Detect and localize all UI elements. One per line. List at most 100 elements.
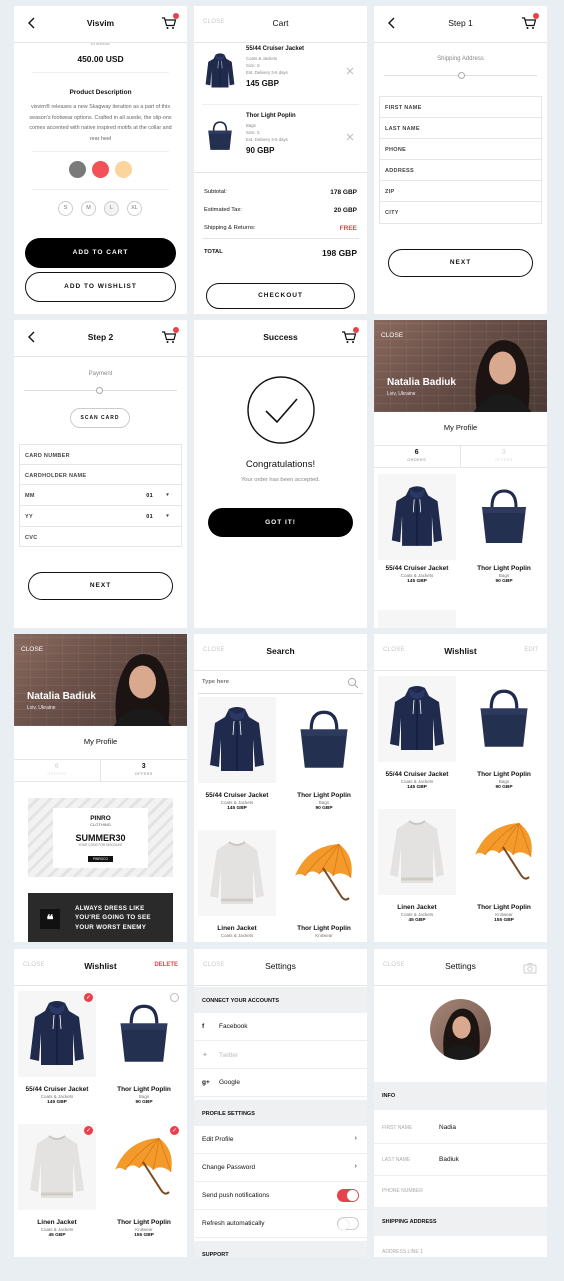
product-card[interactable]: Thor Light Poplin Knitwear bbox=[285, 830, 363, 938]
cardholder-field[interactable]: CARDHOLDER NAME bbox=[20, 465, 181, 485]
month-select[interactable]: MM 01 ▾ bbox=[20, 485, 181, 506]
header: Visvim bbox=[14, 6, 187, 43]
tab-orders[interactable]: 6 ORDERS bbox=[374, 445, 461, 468]
product-price: 145 GBP bbox=[407, 785, 427, 790]
cart-button[interactable] bbox=[161, 13, 179, 31]
product-price: 145 GBP bbox=[407, 579, 427, 584]
camera-icon[interactable] bbox=[523, 962, 537, 974]
close-button[interactable]: CLOSE bbox=[381, 332, 403, 339]
scan-card-button[interactable]: SCAN CARD bbox=[70, 408, 130, 428]
cart-button[interactable] bbox=[161, 327, 179, 345]
product-card[interactable]: Thor Light Poplin Bags 90 GBP bbox=[105, 991, 183, 1105]
section-title: My Profile bbox=[83, 737, 118, 746]
color-swatch-beige[interactable] bbox=[115, 161, 132, 178]
color-swatch-red[interactable] bbox=[92, 161, 109, 178]
first-name-field[interactable]: FIRST NAME bbox=[380, 97, 541, 118]
add-to-wishlist-button[interactable]: ADD TO WISHLIST bbox=[25, 272, 176, 302]
selected-check-icon[interactable]: ✓ bbox=[170, 1126, 179, 1135]
sweater-image bbox=[207, 836, 267, 910]
year-select[interactable]: YY 01 ▾ bbox=[20, 506, 181, 527]
product-card[interactable]: Linen Jacket Coats & Jackets bbox=[198, 830, 276, 938]
cart-item-name: 55/44 Cruiser Jacket bbox=[246, 46, 305, 52]
city-field[interactable]: CITY bbox=[380, 202, 541, 223]
twitter-row[interactable]: ✦ Twitter bbox=[194, 1041, 367, 1069]
last-name-row[interactable]: LAST NAME Badiuk bbox=[374, 1144, 547, 1176]
push-notifications-toggle[interactable] bbox=[337, 1189, 359, 1202]
facebook-row[interactable]: f Facebook bbox=[194, 1013, 367, 1041]
search-bar bbox=[198, 674, 363, 694]
product-card[interactable]: Thor Light Poplin Knitwear 155 GBP bbox=[465, 809, 543, 923]
next-button[interactable]: NEXT bbox=[28, 572, 173, 600]
add-to-cart-button[interactable]: ADD TO CART bbox=[25, 238, 176, 268]
got-it-button[interactable]: GOT IT! bbox=[208, 508, 353, 537]
remove-item-icon[interactable] bbox=[345, 66, 355, 76]
offers-count: 3 bbox=[141, 763, 146, 770]
delete-button[interactable]: DELETE bbox=[154, 962, 178, 968]
search-input[interactable] bbox=[202, 679, 322, 685]
selected-check-icon[interactable]: ✓ bbox=[84, 1126, 93, 1135]
selected-check-icon[interactable]: ✓ bbox=[84, 993, 93, 1002]
product-card[interactable]: Thor Light Poplin Knitwear 155 GBP bbox=[105, 1124, 183, 1238]
last-name-field[interactable]: LAST NAME bbox=[380, 118, 541, 139]
checkout-button[interactable]: CHECKOUT bbox=[206, 283, 355, 309]
size-option-l[interactable]: L bbox=[104, 201, 119, 216]
product-name: Linen Jacket bbox=[37, 1219, 77, 1226]
phone-field[interactable]: PHONE bbox=[380, 139, 541, 160]
color-swatch-grey[interactable] bbox=[69, 161, 86, 178]
unselected-check-icon[interactable] bbox=[170, 993, 179, 1002]
quote-card[interactable]: ❝ ALWAYS DRESS LIKE YOU'RE GOING TO SEE … bbox=[28, 893, 173, 942]
address-field[interactable]: ADDRESS bbox=[380, 160, 541, 181]
tab-offers[interactable]: 3 OFFERS bbox=[460, 445, 547, 468]
cvc-field[interactable]: CVC bbox=[20, 527, 181, 548]
tax-value: 20 GBP bbox=[333, 207, 357, 214]
google-row[interactable]: g+ Google bbox=[194, 1069, 367, 1097]
remove-item-icon[interactable] bbox=[345, 132, 355, 142]
cart-item-image bbox=[204, 118, 236, 156]
first-name-row[interactable]: FIRST NAME Nadia bbox=[374, 1112, 547, 1144]
product-category: Knitwear bbox=[315, 933, 333, 938]
tab-offers[interactable]: 3 OFFERS bbox=[100, 759, 187, 782]
edit-button[interactable]: EDIT bbox=[524, 647, 538, 653]
edit-profile-row[interactable]: Edit Profile › bbox=[194, 1126, 367, 1154]
size-option-s[interactable]: S bbox=[58, 201, 73, 216]
search-icon[interactable] bbox=[347, 677, 359, 689]
product-card[interactable]: 55/44 Cruiser Jacket Coats & Jackets 145… bbox=[378, 474, 456, 584]
section-profile-settings: PROFILE SETTINGS bbox=[194, 1100, 367, 1126]
avatar[interactable] bbox=[430, 999, 491, 1060]
next-button[interactable]: NEXT bbox=[388, 249, 533, 277]
card-number-field[interactable]: CARD NUMBER bbox=[20, 445, 181, 465]
success-check-icon bbox=[246, 375, 316, 445]
size-option-xl[interactable]: XL bbox=[127, 201, 142, 216]
product-card[interactable]: Thor Light Poplin Bags 90 GBP bbox=[285, 697, 363, 811]
product-image bbox=[378, 809, 456, 895]
product-card[interactable]: 55/44 Cruiser Jacket Coats & Jackets 145… bbox=[18, 991, 96, 1105]
coupon-card[interactable]: PINRO CLOTHING SUMMER30 YOUR CODE FOR DI… bbox=[28, 798, 173, 877]
address-line-row[interactable]: ADDRESS LINE 1 bbox=[374, 1238, 547, 1257]
profile-orders-screen: CLOSE Natalia Badiuk Lviv, Ukraine My Pr… bbox=[374, 320, 547, 628]
facebook-label: Facebook bbox=[219, 1023, 248, 1030]
cart-button[interactable] bbox=[521, 13, 539, 31]
tab-orders[interactable]: 6 ORDERS bbox=[14, 759, 101, 782]
cart-badge bbox=[353, 327, 359, 333]
refresh-toggle[interactable] bbox=[337, 1217, 359, 1230]
section-title: My Profile bbox=[443, 423, 478, 432]
size-option-m[interactable]: M bbox=[81, 201, 96, 216]
product-card[interactable]: Thor Light Poplin Bags 90 GBP bbox=[465, 474, 543, 584]
phone-row[interactable]: PHONE NUMBER bbox=[374, 1176, 547, 1208]
product-card[interactable]: 55/44 Cruiser Jacket Coats & Jackets 145… bbox=[198, 697, 276, 811]
product-card[interactable]: Thor Light Poplin Bags 90 GBP bbox=[465, 676, 543, 790]
product-image bbox=[105, 991, 183, 1077]
year-label: YY bbox=[25, 514, 33, 520]
header: CLOSE Settings bbox=[194, 949, 367, 986]
product-card[interactable]: 55/44 Cruiser Jacket Coats & Jackets 145… bbox=[378, 676, 456, 790]
close-button[interactable]: CLOSE bbox=[21, 646, 43, 653]
change-password-row[interactable]: Change Password › bbox=[194, 1154, 367, 1182]
cart-button[interactable] bbox=[341, 327, 359, 345]
zip-field[interactable]: ZIP bbox=[380, 181, 541, 202]
page-title: Search bbox=[266, 646, 295, 656]
product-card[interactable]: Linen Jacket Coats & Jackets 45 GBP bbox=[18, 1124, 96, 1238]
page-title: Cart bbox=[272, 18, 289, 28]
product-name: Thor Light Poplin bbox=[297, 925, 351, 932]
profile-location: Lviv, Ukraine bbox=[27, 705, 56, 711]
product-card[interactable]: Linen Jacket Coats & Jackets 45 GBP bbox=[378, 809, 456, 923]
